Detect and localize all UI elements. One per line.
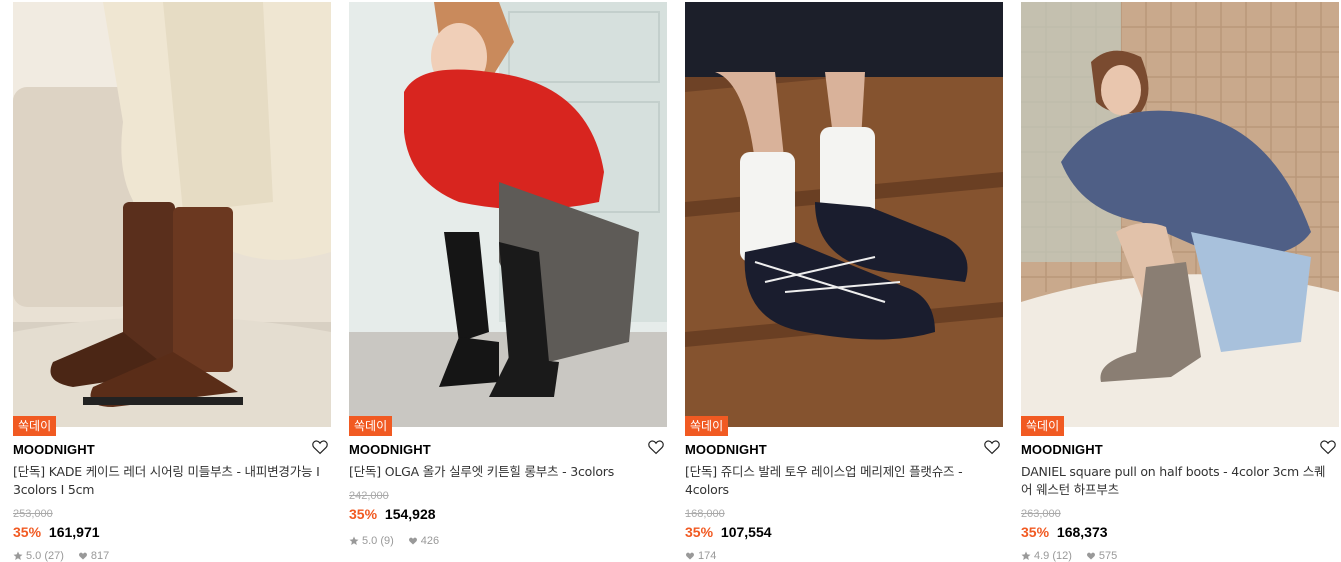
- review-meta: 5.0 (27) 817: [13, 550, 109, 562]
- sale-price: 154,928: [384, 506, 436, 522]
- original-price: 253,000: [13, 508, 53, 520]
- product-photo-half-boots-tile: [1021, 2, 1339, 427]
- product-image[interactable]: [1021, 2, 1339, 427]
- like-count: 174: [698, 550, 717, 562]
- price-row: 35% 154,928: [349, 506, 436, 522]
- original-price: 242,000: [349, 490, 389, 502]
- original-price: 168,000: [685, 508, 725, 520]
- product-name[interactable]: [단독] KADE 케이드 레더 시어링 미들부츠 - 내피변경가능 I 3co…: [13, 463, 325, 499]
- sale-price: 161,971: [48, 524, 100, 540]
- brand-name[interactable]: MOODNIGHT: [685, 442, 767, 457]
- heart-outline-icon[interactable]: [1319, 438, 1337, 456]
- heart-filled-icon: [1086, 552, 1095, 560]
- like-count: 575: [1098, 550, 1118, 562]
- review-meta: 5.0 (9) 426: [349, 535, 439, 547]
- discount-rate: 35%: [349, 506, 378, 522]
- price-row: 35% 107,554: [685, 524, 772, 540]
- rating-value: 5.0 (27): [26, 550, 64, 562]
- sale-badge: 쏙데이: [685, 416, 729, 436]
- star-icon: [349, 536, 359, 545]
- product-card[interactable]: 쏙데이 MOODNIGHT [단독] OLGA 올가 실루엣 키튼힐 롱부츠 -…: [349, 0, 667, 558]
- product-image[interactable]: [685, 2, 1003, 427]
- sale-badge: 쏙데이: [349, 416, 393, 436]
- product-name[interactable]: DANIEL square pull on half boots - 4colo…: [1021, 463, 1333, 499]
- discount-rate: 35%: [13, 524, 42, 540]
- sale-badge: 쏙데이: [1021, 416, 1065, 436]
- brand-name[interactable]: MOODNIGHT: [349, 442, 431, 457]
- product-image[interactable]: [349, 2, 667, 427]
- rating-value: 4.9 (12): [1034, 550, 1072, 562]
- review-meta: 174: [685, 550, 716, 562]
- product-name[interactable]: [단독] OLGA 올가 실루엣 키튼힐 롱부츠 - 3colors: [349, 463, 661, 481]
- product-card[interactable]: 쏙데이 MOODNIGHT DANIEL square pull on half…: [1021, 0, 1339, 562]
- discount-rate: 35%: [685, 524, 714, 540]
- heart-filled-icon: [686, 552, 694, 560]
- sale-badge: 쏙데이: [13, 416, 57, 436]
- discount-rate: 35%: [1021, 524, 1050, 540]
- brand-name[interactable]: MOODNIGHT: [1021, 442, 1103, 457]
- heart-outline-icon[interactable]: [983, 438, 1001, 456]
- price-row: 35% 168,373: [1021, 524, 1108, 540]
- price-row: 35% 161,971: [13, 524, 100, 540]
- product-name[interactable]: [단독] 쥬디스 발레 토우 레이스업 메리제인 플랫슈즈 - 4colors: [685, 463, 997, 499]
- review-meta: 4.9 (12) 575: [1021, 550, 1117, 562]
- heart-outline-icon[interactable]: [647, 438, 665, 456]
- star-icon: [1021, 551, 1031, 560]
- product-photo-long-boots-red-sweater: [349, 2, 667, 427]
- sale-price: 168,373: [1056, 524, 1108, 540]
- like-count: 817: [90, 550, 110, 562]
- product-photo-mary-jane-flats: [685, 2, 1003, 427]
- product-card[interactable]: 쏙데이 MOODNIGHT [단독] KADE 케이드 레더 시어링 미들부츠 …: [13, 0, 331, 562]
- heart-filled-icon: [78, 552, 87, 560]
- brand-name[interactable]: MOODNIGHT: [13, 442, 95, 457]
- sale-price: 107,554: [720, 524, 772, 540]
- heart-outline-icon[interactable]: [311, 438, 329, 456]
- heart-filled-icon: [408, 537, 417, 545]
- rating-value: 5.0 (9): [362, 535, 394, 547]
- product-image[interactable]: [13, 2, 331, 427]
- original-price: 263,000: [1021, 508, 1061, 520]
- like-count: 426: [420, 535, 440, 547]
- star-icon: [13, 551, 23, 560]
- product-card[interactable]: 쏙데이 MOODNIGHT [단독] 쥬디스 발레 토우 레이스업 메리제인 플…: [685, 0, 1003, 562]
- product-photo-boots-brown: [13, 2, 331, 427]
- product-grid: 쏙데이 MOODNIGHT [단독] KADE 케이드 레더 시어링 미들부츠 …: [0, 0, 1341, 562]
